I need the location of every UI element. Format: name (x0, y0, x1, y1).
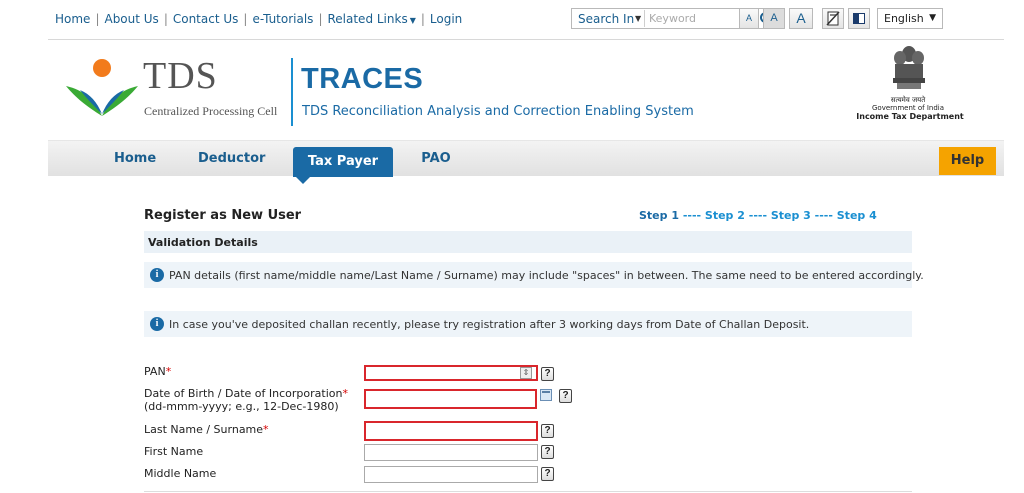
e-tutorials-link[interactable]: e-Tutorials (252, 12, 313, 26)
app-title: TRACES (301, 63, 424, 95)
caret-down-icon: ▼ (409, 16, 416, 25)
current-step: Step 1 (639, 209, 679, 222)
nav-tax-payer[interactable]: Tax Payer (293, 147, 393, 177)
app-subtitle: TDS Reconciliation Analysis and Correcti… (302, 104, 694, 119)
info-icon: i (150, 317, 164, 331)
caret-down-icon[interactable]: ▼ (635, 14, 641, 23)
login-link[interactable]: Login (430, 12, 462, 26)
font-small-button[interactable]: A (739, 8, 759, 29)
info-icon: i (150, 268, 164, 282)
contrast-icon (853, 13, 865, 24)
help-button[interactable]: Help (939, 147, 996, 175)
dob-format-hint: (dd-mmm-yyyy; e.g., 12-Dec-1980) (144, 400, 339, 413)
contrast-button[interactable] (848, 8, 870, 29)
contact-us-link[interactable]: Contact Us (173, 12, 239, 26)
dob-label: Date of Birth / Date of Incorporation* (144, 387, 348, 400)
tds-logo-text: TDS (143, 55, 218, 97)
top-utility-bar: Home | About Us | Contact Us | e-Tutorials | Rel… (48, 0, 1004, 40)
main-nav: Home Deductor Tax Payer PAO (48, 140, 1004, 177)
help-question-icon[interactable]: ? (541, 367, 554, 381)
nav-home[interactable]: Home (114, 141, 156, 177)
info-text: In case you've deposited challan recentl… (169, 318, 810, 331)
pan-field[interactable] (364, 365, 538, 381)
search-input[interactable] (644, 10, 754, 27)
national-emblem-icon (893, 46, 925, 89)
link-separator: | (163, 12, 168, 26)
high-contrast-button[interactable] (822, 8, 844, 29)
nav-pao[interactable]: PAO (421, 141, 451, 177)
step-indicator: Step 1 ---- Step 2 ---- Step 3 ---- Step… (639, 209, 877, 222)
remaining-steps: ---- Step 2 ---- Step 3 ---- Step 4 (679, 209, 877, 222)
required-marker: * (263, 423, 269, 436)
first-name-field[interactable] (364, 444, 538, 461)
font-medium-button[interactable]: A (763, 8, 785, 29)
active-tab-pointer (295, 176, 311, 184)
related-links-label: Related Links (327, 12, 408, 26)
last-name-field[interactable] (364, 421, 538, 441)
required-marker: * (165, 365, 172, 378)
nav-deductor[interactable]: Deductor (198, 141, 265, 177)
section-divider (144, 491, 912, 492)
required-marker: * (342, 387, 348, 400)
language-selected: English (884, 12, 924, 25)
no-contrast-icon (826, 11, 840, 26)
calendar-icon[interactable] (540, 389, 552, 401)
section-header: Validation Details (144, 231, 912, 253)
dob-field[interactable] (364, 389, 537, 409)
keyboard-icon[interactable]: ⇕ (520, 367, 532, 379)
link-separator: | (243, 12, 248, 26)
pan-label: PAN* (144, 365, 172, 378)
tds-subtitle: Centralized Processing Cell (144, 104, 278, 118)
department-label: Income Tax Department (856, 112, 964, 121)
link-separator: | (95, 12, 100, 26)
help-question-icon[interactable]: ? (541, 467, 554, 481)
last-name-label: Last Name / Surname* (144, 423, 269, 436)
link-separator: | (420, 12, 425, 26)
government-label: Government of India (871, 104, 945, 112)
search-scope-dropdown[interactable]: Search In (578, 12, 634, 26)
related-links-dropdown[interactable]: Related Links ▼ (327, 12, 415, 26)
about-us-link[interactable]: About Us (104, 12, 158, 26)
middle-name-field[interactable] (364, 466, 538, 483)
tds-logo-icon (66, 59, 138, 116)
section-title: Validation Details (148, 236, 258, 249)
caret-down-icon: ▼ (929, 13, 936, 23)
home-link[interactable]: Home (55, 12, 90, 26)
link-separator: | (318, 12, 323, 26)
font-large-button[interactable]: A (789, 8, 813, 29)
page-title: Register as New User (144, 208, 302, 223)
info-message-pan: i PAN details (first name/middle name/La… (144, 262, 924, 288)
first-name-label: First Name (144, 445, 204, 458)
help-question-icon[interactable]: ? (541, 424, 554, 438)
help-question-icon[interactable]: ? (541, 445, 554, 459)
help-question-icon[interactable]: ? (559, 389, 572, 403)
header-divider (291, 58, 293, 126)
language-select[interactable]: English ▼ (877, 8, 943, 29)
top-links: Home | About Us | Contact Us | e-Tutorials | Rel… (55, 12, 462, 26)
middle-name-label: Middle Name (144, 467, 217, 480)
info-text: PAN details (first name/middle name/Last… (169, 269, 924, 282)
info-message-challan: i In case you've deposited challan recen… (144, 311, 912, 337)
